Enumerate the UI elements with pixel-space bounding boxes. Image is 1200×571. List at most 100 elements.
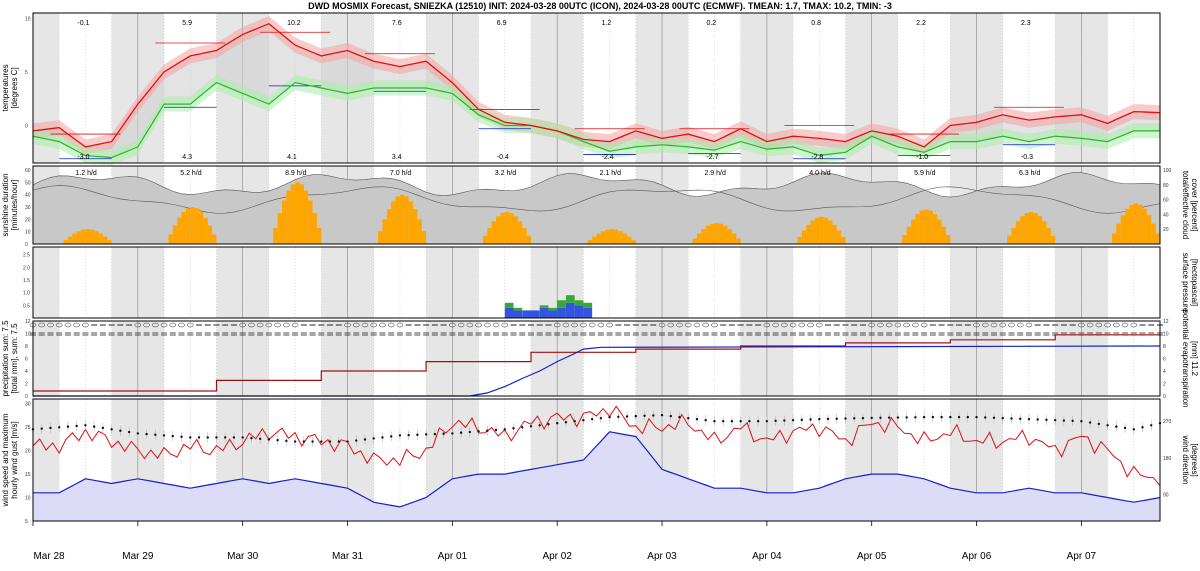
direction-dot [84, 424, 87, 427]
pressure-bar-top [557, 300, 566, 308]
direction-dot [180, 435, 183, 438]
y-axis-label-right: potential evapotranspiration [1181, 309, 1190, 407]
direction-dot [861, 416, 865, 420]
direction-dot [40, 427, 43, 430]
direction-dot [573, 420, 576, 423]
y-tick-label: 10 [25, 16, 31, 22]
night-band [33, 321, 60, 396]
y-axis-label: temperatures [1, 64, 10, 111]
x-tick-label: Mar 30 [227, 551, 259, 562]
sunshine-bar [911, 219, 916, 244]
sunshine-bar [622, 233, 628, 244]
x-tick-label: Mar 28 [33, 551, 65, 562]
y-axis-label: wind speed and maximum [1, 413, 10, 507]
sunshine-bar [841, 236, 846, 244]
sunshine-bar [819, 216, 824, 244]
y-tick-label: 30 [25, 205, 31, 211]
sunshine-bar [932, 214, 938, 244]
sunshine-bar [1020, 216, 1025, 244]
sunshine-bar [177, 217, 182, 244]
direction-dot [285, 439, 288, 443]
sunshine-bar [1024, 213, 1029, 244]
y-tick-label-right: 90 [1163, 492, 1169, 498]
direction-dot [582, 418, 585, 422]
direction-dot [844, 417, 847, 420]
daily-sunshine-label: 2.1 h/d [600, 170, 622, 177]
direction-dot [127, 430, 131, 434]
y-tick-label-right: 180 [1163, 456, 1172, 462]
y-tick-label-right: 40 [1163, 212, 1169, 218]
direction-dot [1150, 424, 1153, 427]
direction-dot [372, 437, 375, 440]
pressure-bar-top [539, 305, 549, 308]
direction-dot [818, 417, 821, 421]
sunshine-bar [701, 229, 706, 244]
sunshine-bar [312, 213, 317, 244]
direction-dot [1071, 419, 1074, 423]
direction-dot [363, 438, 367, 441]
direction-dot [547, 423, 550, 426]
sunshine-bar [190, 207, 195, 244]
sunshine-bar [710, 223, 715, 244]
direction-dot [232, 436, 236, 439]
x-tick-label: Apr 06 [962, 551, 992, 562]
sunshine-bar [928, 210, 933, 244]
sunshine-bar [727, 229, 732, 244]
y-tick-label: 5 [25, 519, 28, 525]
x-axis: Mar 28 Mar 29 Mar 30 Mar 31 Apr 01 Apr 02 Apr … [32, 521, 1097, 562]
sunshine-bar [1151, 223, 1156, 244]
sunshine-bar [832, 224, 837, 244]
sunshine-bar [1142, 208, 1147, 244]
sunshine-bar [85, 229, 90, 244]
direction-dot [302, 440, 306, 443]
direction-dot [197, 436, 201, 439]
sunshine-bar [487, 227, 492, 244]
pressure-bar [574, 305, 584, 318]
pressure-bar [548, 310, 558, 318]
weather-symbol [807, 322, 814, 328]
sunshine-bar [1028, 211, 1034, 244]
y-tick-label: 50 [25, 180, 31, 186]
direction-dot [1080, 420, 1083, 423]
sunshine-bar [98, 233, 103, 244]
sunshine-bar [107, 240, 112, 244]
weather-symbol [387, 322, 395, 328]
daily-min-label: -0.3 [1021, 154, 1033, 161]
direction-dot [634, 414, 638, 418]
direction-dot [704, 418, 707, 422]
weather-symbol [169, 322, 177, 328]
daily-max-label: 0.8 [811, 20, 821, 27]
y-tick-label: 8 [25, 344, 28, 350]
direction-dot [1053, 418, 1057, 422]
y-tick-label-right: 270 [1163, 419, 1172, 425]
direction-dot [381, 436, 384, 439]
pressure-bar [539, 307, 549, 318]
weather-symbol [492, 322, 500, 328]
direction-dot [486, 429, 489, 432]
sunshine-bar [277, 213, 282, 244]
direction-dot [774, 419, 777, 423]
direction-dot [521, 426, 524, 429]
y-tick-label: 2.5 [23, 253, 30, 259]
direction-dot [800, 418, 804, 422]
direction-dot [503, 428, 506, 431]
direction-dot [1115, 425, 1118, 428]
y-axis-label: [degrees C] [10, 67, 19, 108]
direction-dot [669, 414, 672, 418]
direction-dot [922, 415, 926, 419]
daily-sunshine-label: 3.2 h/d [495, 170, 517, 177]
sunshine-bar [592, 236, 597, 244]
direction-dot [250, 436, 253, 440]
sunshine-bar [504, 211, 510, 244]
direction-dot [1097, 422, 1101, 426]
daily-min-label: -2.8 [811, 154, 823, 161]
daily-sunshine-label: 5.2 h/d [180, 170, 202, 177]
direction-dot [92, 425, 96, 428]
direction-dot [1001, 416, 1004, 420]
direction-dot [1141, 426, 1144, 429]
direction-dot [555, 422, 559, 425]
weather-symbol [178, 322, 185, 328]
weather-symbol [1016, 322, 1024, 328]
sunshine-bar [618, 231, 623, 244]
direction-dot [687, 416, 690, 420]
